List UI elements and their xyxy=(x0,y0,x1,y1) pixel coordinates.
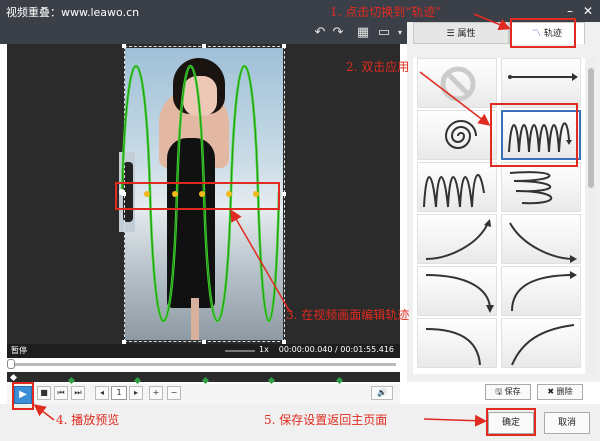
next-frame-button[interactable]: ⏭ xyxy=(71,386,85,400)
add-keyframe-button[interactable]: + xyxy=(149,386,163,400)
save-preset-button[interactable]: 🖫 保存 xyxy=(485,384,531,400)
grid-icon[interactable]: ▦ xyxy=(355,25,371,41)
playback-state: 暂停 xyxy=(11,346,27,355)
preset-scrollbar[interactable] xyxy=(587,58,595,374)
step-back-button[interactable]: ◂ xyxy=(95,386,109,400)
monitor-dropdown-icon[interactable]: ▾ xyxy=(392,25,408,41)
highlight-trajectory-tab xyxy=(510,18,576,48)
delete-icon: ✖ xyxy=(547,387,557,396)
redo-icon[interactable]: ↷ xyxy=(330,25,346,41)
preset-arc-down-right[interactable] xyxy=(501,214,581,264)
annotation-step-1: 1. 点击切换到“轨迹” xyxy=(330,5,442,19)
keyframe-marker[interactable] xyxy=(67,376,76,385)
annotation-step-4: 4. 播放预览 xyxy=(56,413,120,427)
curve-down-icon xyxy=(425,328,481,366)
seek-bar[interactable] xyxy=(7,358,400,372)
monitor-icon[interactable]: ▭ xyxy=(376,25,392,41)
spiral-icon xyxy=(444,120,477,149)
annotation-step-2: 2. 双击应用 xyxy=(346,60,410,74)
prev-frame-button[interactable]: ⏮ xyxy=(54,386,68,400)
step-forward-button[interactable]: ▸ xyxy=(129,386,143,400)
zigzag-wave-icon xyxy=(423,173,485,208)
annotation-step-3: 3. 在视频画面编辑轨迹 xyxy=(286,308,410,322)
cancel-button[interactable]: 取消 xyxy=(544,412,590,434)
zoom-slider[interactable] xyxy=(225,350,255,352)
preset-curve-spring[interactable] xyxy=(501,266,581,316)
close-icon[interactable]: ✕ xyxy=(580,3,596,19)
delete-preset-button[interactable]: ✖ 删除 xyxy=(537,384,583,400)
effect-panel: ☰ 属性 〽 轨迹 🖫 保存 ✖ 删除 xyxy=(407,22,600,400)
frame-number-input[interactable]: 1 xyxy=(111,386,127,400)
time-display: 00:00:00.040 / 00:01:55.416 xyxy=(278,345,394,354)
minimize-icon[interactable]: – xyxy=(562,3,578,19)
preset-curve-down[interactable] xyxy=(417,318,497,368)
keyframe-marker[interactable] xyxy=(267,376,276,385)
preset-scroll-thumb[interactable] xyxy=(588,68,594,188)
straight-arrow-icon xyxy=(508,73,578,81)
highlight-ok-button xyxy=(486,408,536,436)
preset-curve-left[interactable] xyxy=(501,318,581,368)
remove-keyframe-button[interactable]: − xyxy=(167,386,181,400)
undo-icon[interactable]: ↶ xyxy=(312,25,328,41)
stop-button[interactable]: ■ xyxy=(37,386,51,400)
arc-down-right-icon xyxy=(509,222,577,263)
highlight-trajectory-edit xyxy=(115,182,280,210)
seek-track[interactable] xyxy=(11,363,396,366)
horizontal-zigzag-icon xyxy=(509,171,553,205)
window-title: 视频重叠：www.leawo.cn xyxy=(6,6,140,19)
preset-straight-arrow[interactable] xyxy=(501,58,581,108)
curve-spring-icon xyxy=(511,271,577,312)
preset-spiral[interactable] xyxy=(417,110,497,160)
preset-zigzag-wave[interactable] xyxy=(417,162,497,212)
video-toolbar: ↶ ↷ ▦ ▭ ▾ xyxy=(0,22,407,44)
preset-arc-up-right[interactable] xyxy=(417,266,497,316)
save-icon: 🖫 xyxy=(495,387,505,396)
seek-thumb[interactable] xyxy=(7,359,15,369)
preset-horizontal-zigzag[interactable] xyxy=(501,162,581,212)
properties-icon: ☰ xyxy=(446,29,458,39)
arc-up-right-icon xyxy=(425,274,494,313)
none-icon xyxy=(440,66,476,102)
keyframe-marker[interactable] xyxy=(133,376,142,385)
keyframe-marker[interactable] xyxy=(201,376,210,385)
preset-arc-up-left[interactable] xyxy=(417,214,497,264)
volume-icon[interactable]: 🔊 xyxy=(371,386,393,400)
keyframe-marker[interactable] xyxy=(335,376,344,385)
highlight-play-button xyxy=(12,382,34,410)
highlight-selected-preset xyxy=(490,103,578,167)
annotation-step-5: 5. 保存设置返回主页面 xyxy=(264,413,388,427)
player-status-bar: 暂停 1x 00:00:00.040 / 00:01:55.416 xyxy=(7,344,400,358)
arc-up-left-icon xyxy=(425,219,491,260)
zoom-level: 1x xyxy=(259,345,269,354)
preset-none[interactable] xyxy=(417,58,497,108)
curve-left-icon xyxy=(511,324,575,366)
tab-properties[interactable]: ☰ 属性 xyxy=(413,22,509,44)
playback-controls: ■ ⏮ ⏭ ◂ 1 ▸ + − 🔊 xyxy=(7,384,400,404)
